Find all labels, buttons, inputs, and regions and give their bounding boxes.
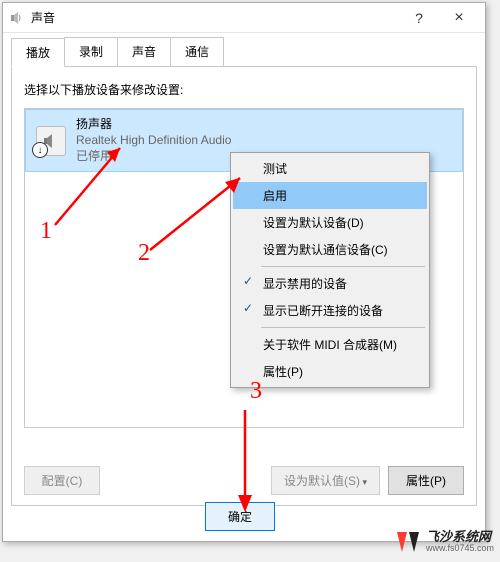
speaker-icon: ↓ — [34, 116, 68, 156]
menu-show-disabled-label: 显示禁用的设备 — [263, 277, 347, 291]
window-title: 声音 — [31, 9, 399, 26]
menu-test[interactable]: 测试 — [233, 155, 427, 182]
tab-communications[interactable]: 通信 — [170, 37, 224, 66]
menu-show-disconnected[interactable]: ✓ 显示已断开连接的设备 — [233, 297, 427, 324]
menu-set-default[interactable]: 设置为默认设备(D) — [233, 209, 427, 236]
device-button-row: 配置(C) 设为默认值(S) 属性(P) — [24, 466, 464, 495]
set-default-button[interactable]: 设为默认值(S) — [271, 466, 380, 495]
dialog-buttons: 确定 — [3, 502, 477, 531]
device-text: 扬声器 Realtek High Definition Audio 已停用 — [76, 116, 231, 165]
menu-about-midi[interactable]: 关于软件 MIDI 合成器(M) — [233, 331, 427, 358]
menu-separator — [261, 266, 425, 267]
menu-show-disabled[interactable]: ✓ 显示禁用的设备 — [233, 270, 427, 297]
ok-button[interactable]: 确定 — [205, 502, 275, 531]
disabled-badge-icon: ↓ — [32, 142, 48, 158]
tab-sounds[interactable]: 声音 — [117, 37, 171, 66]
app-icon — [9, 10, 25, 26]
tab-bar: 播放 录制 声音 通信 — [3, 33, 485, 66]
menu-set-comm[interactable]: 设置为默认通信设备(C) — [233, 236, 427, 263]
watermark-title: 飞沙系统网 — [426, 530, 494, 544]
instruction-text: 选择以下播放设备来修改设置: — [24, 81, 464, 98]
tab-playback[interactable]: 播放 — [11, 38, 65, 67]
menu-show-disconnected-label: 显示已断开连接的设备 — [263, 304, 383, 318]
menu-properties[interactable]: 属性(P) — [233, 358, 427, 385]
close-button[interactable]: × — [439, 4, 479, 32]
context-menu: 测试 启用 设置为默认设备(D) 设置为默认通信设备(C) ✓ 显示禁用的设备 … — [230, 152, 430, 388]
titlebar: 声音 ? × — [3, 3, 485, 33]
device-driver: Realtek High Definition Audio — [76, 132, 231, 148]
watermark: 飞沙系统网 www.fs0745.com — [394, 528, 494, 556]
check-icon: ✓ — [241, 274, 255, 288]
tab-recording[interactable]: 录制 — [64, 37, 118, 66]
help-button[interactable]: ? — [399, 4, 439, 32]
configure-button[interactable]: 配置(C) — [24, 466, 100, 495]
properties-button[interactable]: 属性(P) — [388, 466, 464, 495]
menu-separator — [261, 327, 425, 328]
watermark-logo-icon — [394, 528, 422, 556]
device-name: 扬声器 — [76, 116, 231, 132]
menu-enable[interactable]: 启用 — [233, 182, 427, 209]
watermark-url: www.fs0745.com — [426, 544, 494, 554]
check-icon: ✓ — [241, 301, 255, 315]
device-status: 已停用 — [76, 148, 231, 164]
